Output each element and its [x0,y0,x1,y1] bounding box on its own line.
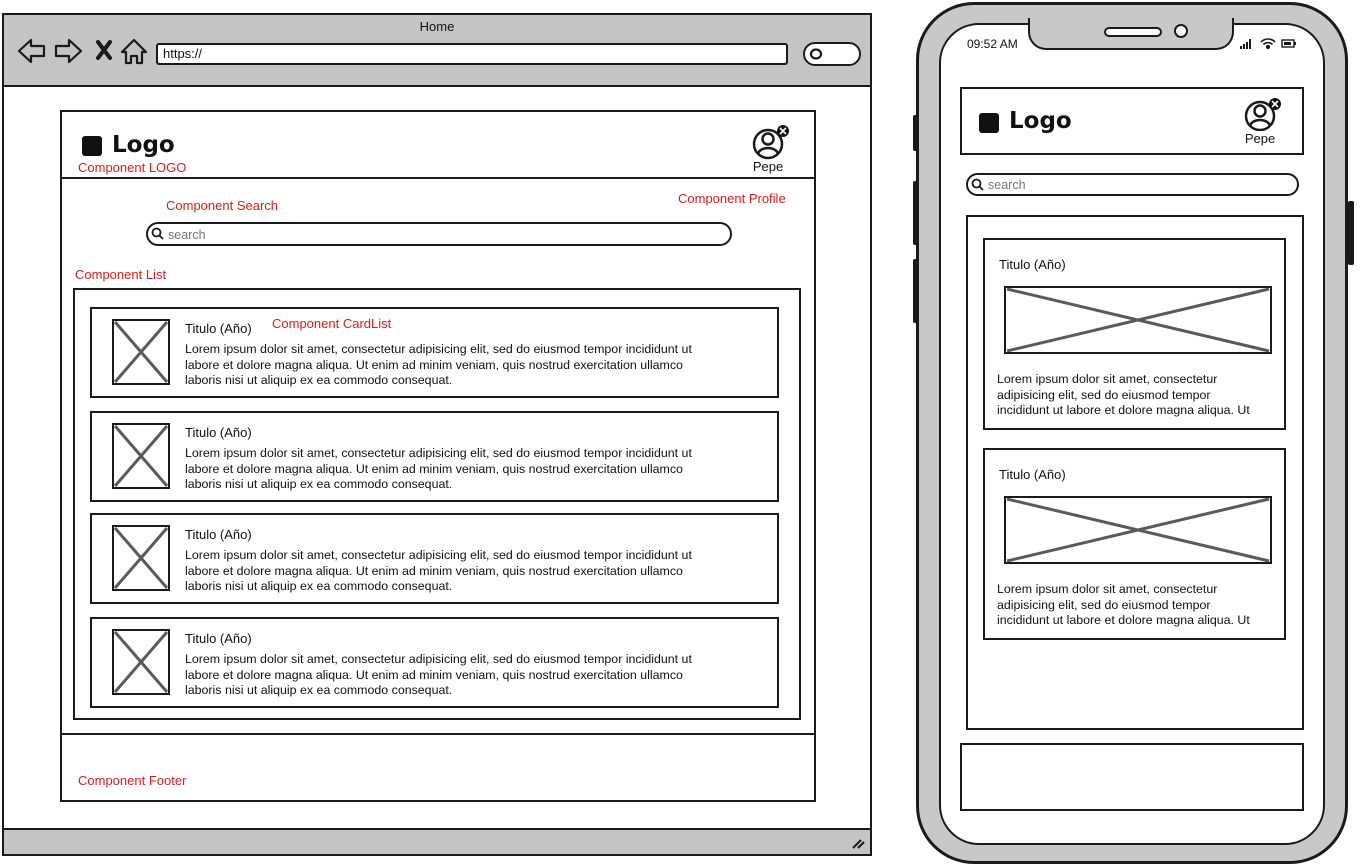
wifi-icon [1260,38,1276,50]
mobile-logo[interactable]: Logo [1009,108,1072,134]
speaker [1104,27,1162,37]
status-icons [1240,38,1296,50]
mobile-header: Logo Pepe [960,87,1304,155]
back-arrow-icon[interactable] [17,38,46,64]
card-description-line: labore et dolore magna aliqua. Ut enim a… [185,667,683,682]
card-description-line: laboris nisi ut aliquip ex ea commodo co… [185,477,453,491]
annotation-component-footer: Component Footer [78,773,187,788]
card-description: Lorem ipsum dolor sit amet, consectetur … [185,342,775,387]
image-placeholder-icon [112,525,170,591]
card-description-line: adipisicing elit, sed do eiusmod tempor [997,597,1211,612]
card-description: Lorem ipsum dolor sit amet, consectetur a… [997,582,1282,628]
phone-volume-up-button [913,181,919,245]
image-placeholder-icon [1004,286,1272,354]
address-bar[interactable]: https:// [156,43,788,65]
card-description-line: Lorem ipsum dolor sit amet, consectetur [997,582,1218,596]
card-title: Titulo (Año) [185,527,252,542]
page-header: Logo Component LOGO Pepe [62,112,814,179]
image-placeholder-icon [112,319,170,385]
annotation-component-logo: Component LOGO [78,160,187,175]
card-description-line: labore et dolore magna aliqua. Ut enim a… [185,461,683,476]
card-title: Titulo (Año) [185,425,252,440]
image-placeholder-icon [112,629,170,695]
phone-notch [1028,18,1234,50]
user-avatar-icon[interactable] [1242,97,1282,131]
card-title: Titulo (Año) [999,467,1066,482]
home-icon[interactable] [120,38,148,65]
browser-status-bar [4,828,870,854]
card-description-line: Lorem ipsum dolor sit amet, consectetur … [185,652,692,666]
battery-icon [1281,39,1296,48]
search-icon [971,178,984,191]
phone-mute-button [913,115,919,151]
card-description: Lorem ipsum dolor sit amet, consectetur … [185,652,775,697]
image-placeholder-icon [1004,496,1272,564]
card-description: Lorem ipsum dolor sit amet, consectetur … [185,446,775,491]
card-description-line: laboris nisi ut aliquip ex ea commodo co… [185,373,453,387]
user-avatar-icon[interactable] [750,124,790,160]
card-description-line: laboris nisi ut aliquip ex ea commodo co… [185,683,453,697]
close-x-icon[interactable] [96,40,112,60]
search-component [146,222,732,246]
search-input[interactable] [146,222,732,246]
card-description-line: Lorem ipsum dolor sit amet, consectetur … [185,548,692,562]
mobile-search-component [966,173,1299,196]
signal-icon [1240,39,1251,49]
browser-window: Home https:// Logo Component LOGO Pepe C… [2,13,872,856]
phone-volume-down-button [913,259,919,323]
close-badge-icon[interactable] [1269,98,1281,110]
annotation-component-profile: Component Profile [678,191,786,206]
card-description-line: Lorem ipsum dolor sit amet, consectetur … [185,342,692,356]
card-description-line: labore et dolore magna aliqua. Ut enim a… [185,357,683,372]
mobile-search-input[interactable] [966,173,1299,196]
window-title: Home [419,19,455,34]
card-description-line: laboris nisi ut aliquip ex ea commodo co… [185,579,453,593]
mobile-user-name[interactable]: Pepe [1239,131,1281,146]
user-name[interactable]: Pepe [746,159,790,174]
browser-search-button[interactable] [803,42,861,66]
forward-arrow-icon[interactable] [54,38,83,64]
card-title: Titulo (Año) [999,257,1066,272]
camera [1174,24,1188,38]
card-title: Titulo (Año) [185,631,252,646]
card-title: Titulo (Año) [185,321,252,336]
card[interactable]: Titulo (Año) Lorem ipsum dolor sit amet, … [90,411,779,502]
mobile-footer [960,743,1304,811]
status-time: 09:52 AM [967,37,1018,51]
close-badge-icon[interactable] [777,125,789,137]
card[interactable]: Titulo (Año) Lorem ipsum dolor sit amet, … [90,307,779,398]
logo[interactable]: Logo [112,132,175,158]
resize-grip-icon[interactable] [850,836,866,850]
mobile-card[interactable]: Titulo (Año) Lorem ipsum dolor sit amet, … [983,448,1286,640]
card[interactable]: Titulo (Año) Lorem ipsum dolor sit amet, … [90,617,779,708]
card-description: Lorem ipsum dolor sit amet, consectetur a… [997,372,1282,418]
mobile-card[interactable]: Titulo (Año) Lorem ipsum dolor sit amet, … [983,238,1286,430]
card-description-line: labore et dolore magna aliqua. Ut enim a… [185,563,683,578]
card-description-line: Lorem ipsum dolor sit amet, consectetur … [185,446,692,460]
search-icon [151,227,164,240]
annotation-component-search: Component Search [166,198,279,213]
phone-power-button [1348,201,1354,265]
page-footer: Component Footer [62,733,814,800]
card-description-line: Lorem ipsum dolor sit amet, consectetur [997,372,1218,386]
image-placeholder-icon [112,423,170,489]
card-description-line: adipisicing elit, sed do eiusmod tempor [997,387,1211,402]
card-description-line: incididunt ut labore et dolore magna ali… [997,403,1250,418]
annotation-component-list: Component List [75,267,167,282]
card-description: Lorem ipsum dolor sit amet, consectetur … [185,548,775,593]
search-icon [809,48,823,60]
card-description-line: incididunt ut labore et dolore magna ali… [997,613,1250,628]
card[interactable]: Titulo (Año) Lorem ipsum dolor sit amet, … [90,513,779,604]
browser-nav-icons [17,38,148,65]
logo-square-icon [82,136,102,156]
logo-square-icon [979,113,999,133]
